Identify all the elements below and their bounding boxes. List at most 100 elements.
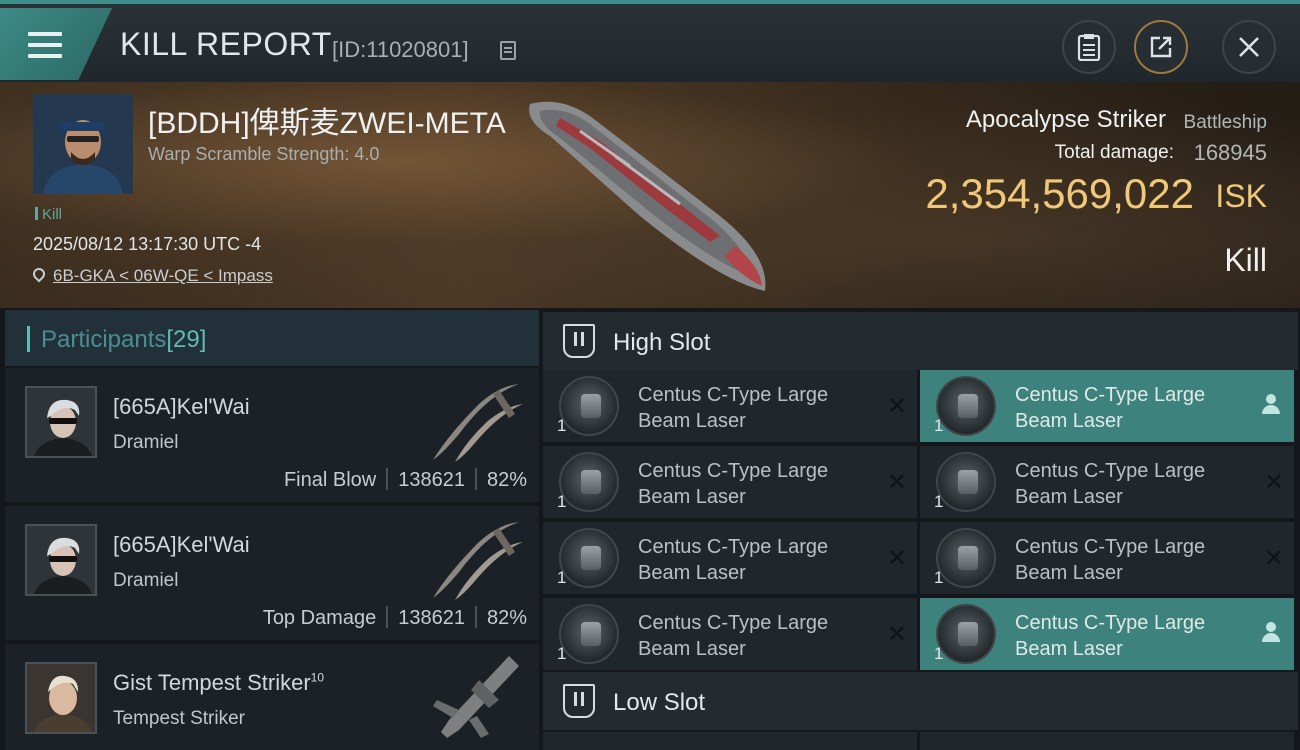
destroyed-icon: ✕ <box>886 621 907 648</box>
module-slot[interactable]: 1 Centus C-Type Large Beam Laser <box>920 370 1294 442</box>
copy-icon[interactable] <box>500 41 516 60</box>
total-damage-label: Total damage: <box>1054 142 1174 163</box>
module-slot[interactable]: 1 Centus C-Type Large Beam Laser ✕ <box>543 370 917 442</box>
person-icon <box>1262 394 1280 416</box>
module-quantity: 1 <box>934 568 944 587</box>
share-button[interactable] <box>1134 20 1188 74</box>
participant-role: Top Damage <box>262 607 377 629</box>
warp-scramble-text: Warp Scramble Strength: 4.0 <box>148 144 380 164</box>
clipboard-icon <box>1077 34 1101 61</box>
module-name: Centus C-Type Large Beam Laser <box>1015 536 1206 584</box>
beam-laser-icon <box>559 528 619 588</box>
participants-label: Participants <box>41 326 167 353</box>
destroyed-icon: ✕ <box>886 469 907 496</box>
fitting-panel: High Slot 1 Centus C-Type Large Beam Las… <box>543 310 1300 750</box>
header-bar: KILL REPORT [ID:11020801] <box>0 0 1300 82</box>
beam-laser-icon <box>936 376 996 436</box>
module-name: Centus C-Type Large Beam Laser <box>1015 460 1206 508</box>
share-icon <box>1150 36 1172 58</box>
victim-banner: [BDDH]俾斯麦ZWEI-META Warp Scramble Strengt… <box>0 82 1300 308</box>
location-pin-icon <box>30 265 48 283</box>
participant-avatar <box>25 524 97 596</box>
participant-name: Gist Tempest Striker10 <box>113 670 325 695</box>
participants-count: [29] <box>166 326 207 353</box>
module-name: Centus C-Type Large Beam Laser <box>638 460 829 508</box>
participant-avatar <box>25 386 97 458</box>
destroyed-icon: ✕ <box>886 393 907 420</box>
beam-laser-icon <box>936 528 996 588</box>
participant-percent: 82% <box>486 469 527 491</box>
participant-ship: Tempest Striker <box>113 708 245 729</box>
destroyed-icon: ✕ <box>886 545 907 572</box>
beam-laser-icon <box>559 452 619 512</box>
victim-ship-image <box>529 101 766 291</box>
destroyed-icon: ✕ <box>1263 545 1284 572</box>
module-slot[interactable]: 1 Centus C-Type Large Beam Laser ✕ <box>920 446 1294 518</box>
kill-tag: Kill <box>35 206 62 223</box>
kill-location[interactable]: 6B-GKA < 06W-QE < Impass <box>30 265 273 286</box>
beam-laser-icon <box>936 604 996 664</box>
participant-level: 10 <box>310 670 325 685</box>
module-name: Centus C-Type Large Beam Laser <box>1015 384 1206 432</box>
participant-name: [665A]Kel'Wai <box>113 394 250 419</box>
kill-datetime: 2025/08/12 13:17:30 UTC -4 <box>33 234 262 254</box>
module-slot[interactable]: 1 Centus C-Type Large Beam Laser ✕ <box>543 598 917 670</box>
module-name: Centus C-Type Large Beam Laser <box>638 612 829 660</box>
module-quantity: 1 <box>934 416 944 435</box>
participant-row[interactable]: [665A]Kel'Wai Dramiel Top Damage 138621 82… <box>5 506 539 640</box>
module-slot[interactable]: 1 Centus C-Type Large Beam Laser ✕ <box>920 522 1294 594</box>
page-title: KILL REPORT <box>120 26 332 62</box>
participants-header: Participants[29] <box>5 310 539 366</box>
participant-row[interactable]: Gist Tempest Striker10 Tempest Striker <box>5 644 539 750</box>
beam-laser-icon <box>559 604 619 664</box>
participant-avatar <box>25 662 97 734</box>
module-slot[interactable] <box>543 732 917 750</box>
isk-value: 2,354,569,022 <box>925 170 1194 217</box>
module-quantity: 1 <box>557 644 567 663</box>
destroyed-icon: ✕ <box>1263 469 1284 496</box>
person-icon <box>1262 622 1280 644</box>
menu-button[interactable] <box>0 8 112 80</box>
module-name: Centus C-Type Large Beam Laser <box>1015 612 1206 660</box>
participant-stats: Top Damage 138621 82% <box>263 606 527 630</box>
participants-panel: Participants[29] [665A]Kel'Wai Dramiel F… <box>5 310 539 750</box>
module-name: Centus C-Type Large Beam Laser <box>638 536 829 584</box>
participant-stats: Final Blow 138621 82% <box>284 468 527 492</box>
participant-role: Final Blow <box>283 469 377 491</box>
module-slot[interactable]: 1 Centus C-Type Large Beam Laser ✕ <box>543 446 917 518</box>
total-damage-value: 168945 <box>1193 140 1267 165</box>
participant-percent: 82% <box>486 607 527 629</box>
low-slot-title: Low Slot <box>613 689 706 716</box>
clipboard-button[interactable] <box>1062 20 1116 74</box>
participant-ship: Dramiel <box>113 432 179 453</box>
high-slot-header: High Slot <box>543 312 1298 370</box>
participant-ship: Dramiel <box>113 570 179 591</box>
participant-name: [665A]Kel'Wai <box>113 532 250 557</box>
high-slot-icon <box>563 324 595 358</box>
close-button[interactable] <box>1222 20 1276 74</box>
participant-row[interactable]: [665A]Kel'Wai Dramiel Final Blow 138621 82… <box>5 368 539 502</box>
module-slot[interactable]: 1 Centus C-Type Large Beam Laser ✕ <box>543 522 917 594</box>
module-slot[interactable] <box>920 732 1294 750</box>
high-slot-title: High Slot <box>613 329 711 356</box>
participant-ship-image <box>433 522 523 600</box>
low-slot-header: Low Slot <box>543 672 1298 730</box>
victim-avatar[interactable] <box>33 94 133 194</box>
module-name: Centus C-Type Large Beam Laser <box>638 384 829 432</box>
module-quantity: 1 <box>557 568 567 587</box>
participant-damage: 138621 <box>398 607 465 629</box>
close-icon <box>1239 37 1259 57</box>
participant-ship-image <box>433 384 523 462</box>
result-label: Kill <box>1224 242 1267 278</box>
module-quantity: 1 <box>557 416 567 435</box>
module-quantity: 1 <box>557 492 567 511</box>
module-slot[interactable]: 1 Centus C-Type Large Beam Laser <box>920 598 1294 670</box>
victim-ship-name[interactable]: Apocalypse Striker <box>966 106 1166 134</box>
module-quantity: 1 <box>934 492 944 511</box>
victim-pilot-name[interactable]: [BDDH]俾斯麦ZWEI-META <box>148 98 506 142</box>
beam-laser-icon <box>936 452 996 512</box>
beam-laser-icon <box>559 376 619 436</box>
location-link[interactable]: 6B-GKA < 06W-QE < Impass <box>53 266 273 285</box>
low-slot-icon <box>563 684 595 718</box>
isk-unit: ISK <box>1215 178 1267 214</box>
